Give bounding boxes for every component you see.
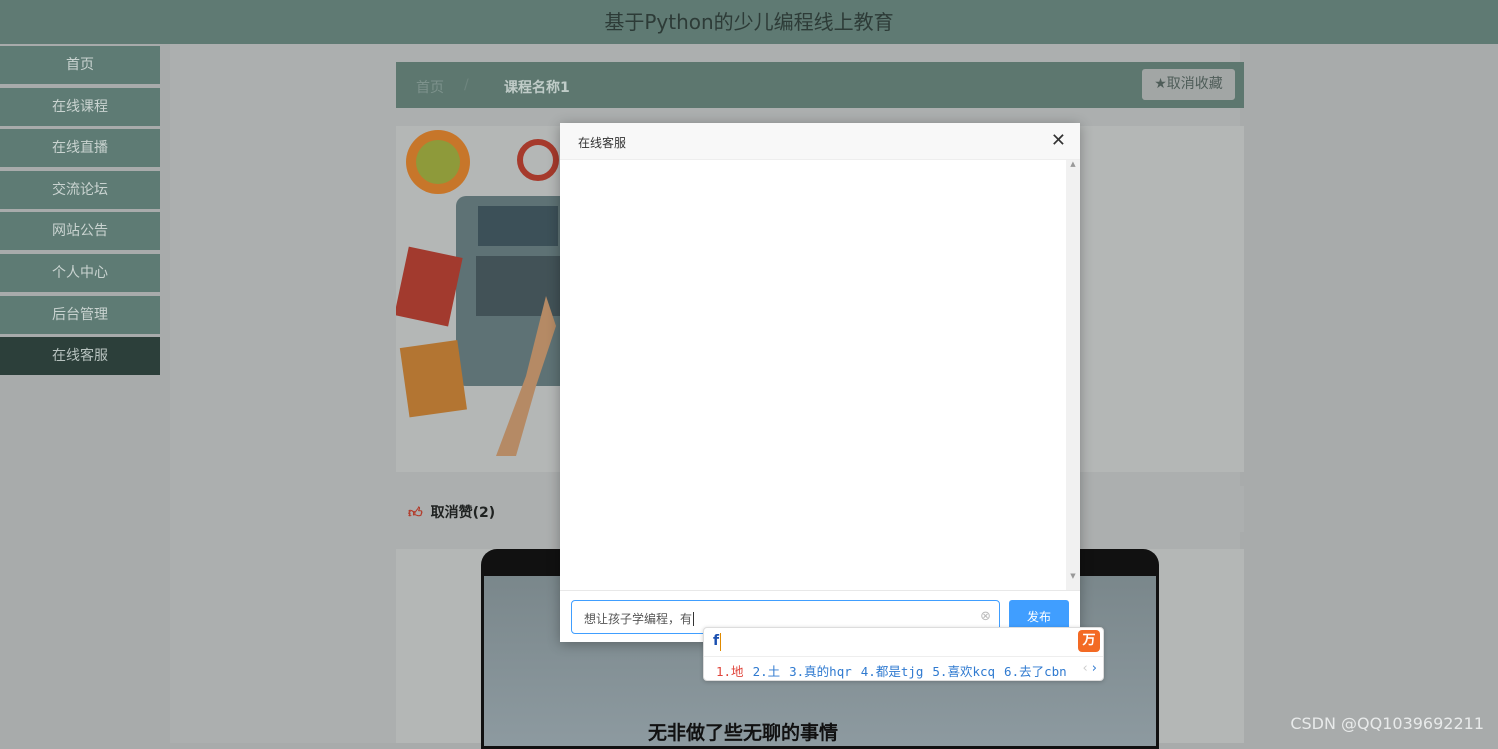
breadcrumb-home[interactable]: 首页	[416, 77, 444, 97]
thumbs-up-icon: 👍︎	[408, 505, 423, 521]
site-header: 基于Python的少儿编程线上教育	[0, 0, 1498, 44]
unlike-button[interactable]: 👍︎ 取消赞(2)	[408, 502, 495, 522]
ime-composition: f	[713, 633, 722, 651]
unfavorite-button[interactable]: ★取消收藏	[1142, 69, 1235, 100]
dialog-title: 在线客服	[578, 136, 627, 150]
ime-candidate[interactable]: 4.都是tjg	[861, 664, 924, 679]
watermark: CSDN @QQ1039692211	[1290, 714, 1484, 733]
sidebar-item-courses[interactable]: 在线课程	[0, 87, 160, 126]
sidebar-item-support[interactable]: 在线客服	[0, 337, 160, 376]
dialog-header: 在线客服 ✕	[560, 123, 1080, 160]
ime-candidates: 1.地 2.土 3.真的hqr 4.都是tjg 5.喜欢kcq 6.去了cbn	[716, 661, 1076, 680]
ime-candidate-window: f 万 1.地 2.土 3.真的hqr 4.都是tjg 5.喜欢kcq 6.去了cbn ‹…	[703, 627, 1104, 681]
sidebar-item-home[interactable]: 首页	[0, 46, 160, 84]
sidebar-item-admin[interactable]: 后台管理	[0, 295, 160, 334]
breadcrumb: 首页 / 课程名称1 ★取消收藏	[396, 62, 1244, 108]
sidebar-item-notice[interactable]: 网站公告	[0, 212, 160, 251]
site-title: 基于Python的少儿编程线上教育	[604, 10, 894, 34]
chevron-right-icon: ›	[1091, 661, 1097, 676]
sidebar-item-live[interactable]: 在线直播	[0, 129, 160, 168]
breadcrumb-current: 课程名称1	[504, 80, 570, 96]
ime-page-nav[interactable]: ‹ ›	[1082, 661, 1097, 676]
course-illustration	[394, 130, 576, 456]
sidebar-item-profile[interactable]: 个人中心	[0, 253, 160, 292]
chat-messages	[560, 160, 1066, 590]
video-caption: 无非做了些无聊的事情	[648, 722, 839, 744]
ime-candidate[interactable]: 3.真的hqr	[789, 664, 852, 679]
star-icon: ★	[1154, 76, 1167, 92]
ime-candidate[interactable]: 2.土	[753, 664, 781, 679]
support-dialog: 在线客服 ✕ ▲ ▼ 想让孩子学编程，有 ⊗ 发布	[560, 123, 1080, 642]
ime-logo-icon: 万	[1078, 630, 1100, 652]
breadcrumb-separator: /	[464, 77, 469, 93]
chevron-left-icon: ‹	[1082, 661, 1088, 676]
clear-input-icon[interactable]: ⊗	[980, 609, 991, 624]
ime-candidate[interactable]: 6.去了cbn	[1004, 664, 1067, 679]
ime-candidate[interactable]: 1.地	[716, 664, 744, 679]
chat-scrollbar[interactable]: ▲ ▼	[1066, 160, 1080, 590]
sidebar: 首页 在线课程 在线直播 交流论坛 网站公告 个人中心 后台管理 在线客服	[0, 46, 160, 379]
ime-candidate[interactable]: 5.喜欢kcq	[932, 664, 995, 679]
sidebar-item-forum[interactable]: 交流论坛	[0, 170, 160, 209]
close-icon[interactable]: ✕	[1051, 130, 1066, 151]
